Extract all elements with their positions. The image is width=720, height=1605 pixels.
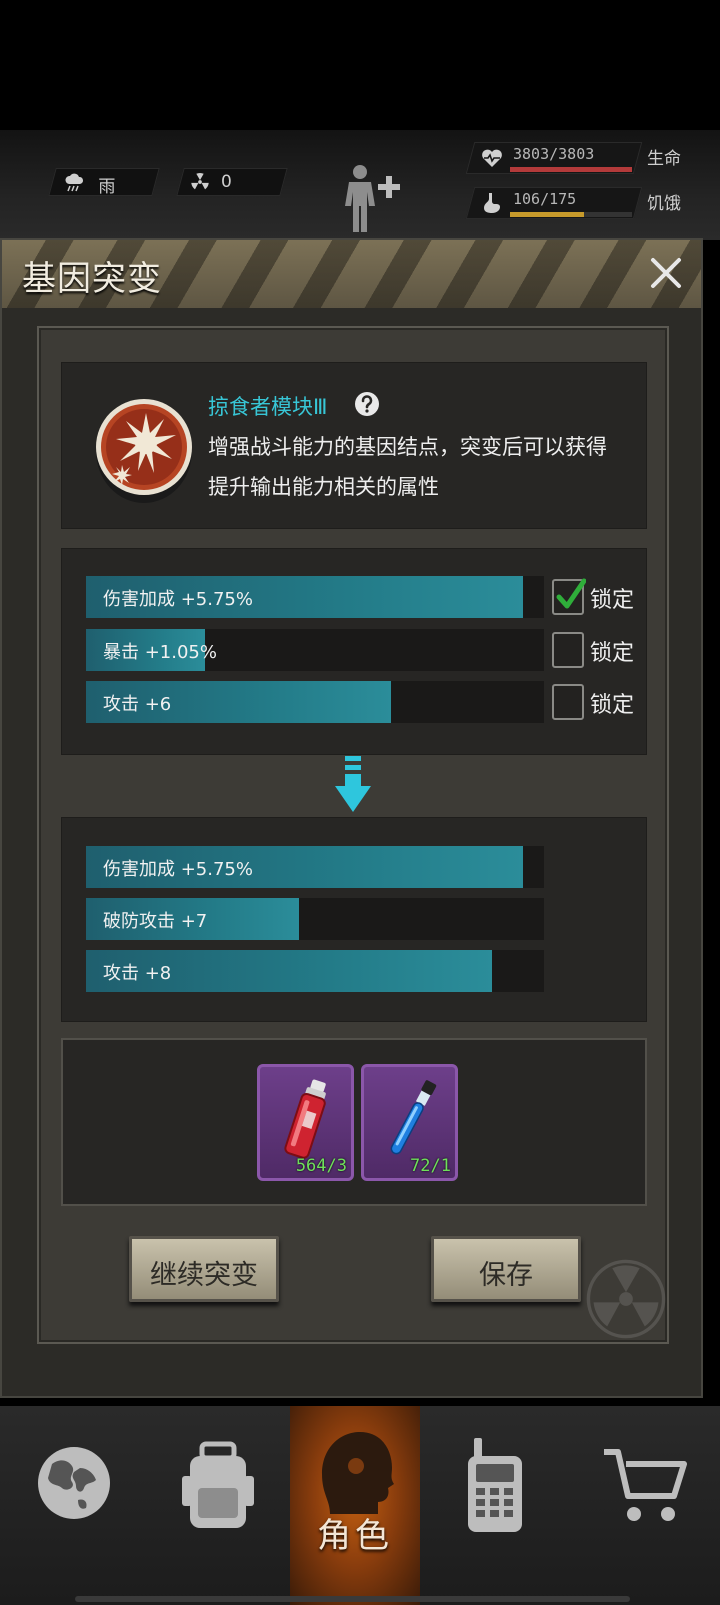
weather-text: 雨 [98,177,116,197]
attribute-text: 攻击 +6 [103,694,172,715]
mutation-panel: 掠食者模块Ⅲ 增强战斗能力的基因结点，突变后可以获得 提升输出能力相关的属性 伤… [37,326,669,1344]
attribute-text: 破防攻击 +7 [103,911,208,932]
lock-checkbox[interactable] [552,684,584,720]
radiation-icon [191,172,209,190]
life-value: 3803/3803 [513,145,595,163]
current-attributes: 伤害加成 +5.75% 锁定 暴击 +1.05% 锁定 攻击 +6 锁定 [61,548,647,755]
add-survivor-icon[interactable] [340,160,406,236]
arrow-down-icon [335,756,371,812]
lock-label: 锁定 [590,641,635,666]
attribute-row: 伤害加成 +5.75% [86,576,544,618]
nav-shop-tab[interactable] [570,1406,720,1605]
lock-label: 锁定 [590,588,635,613]
save-label: 保存 [479,1260,533,1291]
hunger-label: 饥饿 [647,194,681,214]
material-count: 564/3 [295,1156,347,1176]
life-stat: 3803/3803 生命 [465,142,690,176]
gene-name: 掠食者模块Ⅲ [208,395,328,419]
attribute-text: 伤害加成 +5.75% [103,859,253,880]
continue-mutation-label: 继续突变 [150,1260,258,1291]
life-label: 生命 [647,149,681,169]
material-slot-red-vial[interactable]: 564/3 [257,1064,354,1181]
new-attributes: 伤害加成 +5.75% 破防攻击 +7 攻击 +8 [61,817,647,1022]
attribute-row: 暴击 +1.05% [86,629,544,671]
walkie-talkie-icon [468,1438,522,1532]
weather-indicator: 雨 [48,168,160,197]
heartbeat-icon [482,149,502,167]
attribute-row: 伤害加成 +5.75% [86,846,544,888]
attribute-row: 攻击 +8 [86,950,544,992]
gene-description-line-1: 增强战斗能力的基因结点，突变后可以获得 [208,435,607,459]
hunger-stat: 106/175 饥饿 [465,187,690,221]
globe-icon [38,1447,110,1519]
hunger-bar [510,212,584,217]
gene-description-line-2: 提升输出能力相关的属性 [208,475,439,499]
home-indicator [75,1596,630,1602]
character-head-icon [322,1432,394,1514]
continue-mutation-button[interactable]: 继续突变 [129,1236,279,1302]
attribute-text: 暴击 +1.05% [103,642,217,663]
attribute-text: 伤害加成 +5.75% [103,589,253,610]
radiation-value: 0 [221,172,232,192]
materials-panel: 564/3 72/1 [61,1038,647,1206]
dialog-title: 基因突变 [22,259,162,299]
gene-mutation-dialog: 基因突变 掠食者模块Ⅲ 增强战斗能力的基因结点，突变后可以获得 提升输出能力相关… [0,238,703,1398]
close-icon[interactable] [643,250,689,296]
lock-label: 锁定 [590,693,635,718]
stomach-icon [484,193,500,213]
checkmark-icon [556,578,586,609]
radiation-watermark-icon [586,1259,666,1339]
nav-backpack-tab[interactable] [148,1406,288,1605]
top-hud: 雨 0 3803/3803 生命 106/175 饥饿 [0,130,720,240]
rain-cloud-icon [65,173,84,192]
attribute-row: 破防攻击 +7 [86,898,544,940]
save-button[interactable]: 保存 [431,1236,581,1302]
dialog-header: 基因突变 [2,240,701,308]
backpack-icon [182,1441,254,1528]
life-bar [510,167,632,172]
radiation-indicator: 0 [176,168,288,196]
gene-info-card: 掠食者模块Ⅲ 增强战斗能力的基因结点，突变后可以获得 提升输出能力相关的属性 [61,362,647,529]
lock-checkbox[interactable] [552,632,584,668]
nav-character-label: 角色 [317,1516,393,1556]
material-count: 72/1 [410,1156,451,1176]
attribute-row: 攻击 +6 [86,681,544,723]
hunger-value: 106/175 [513,190,577,208]
help-icon[interactable] [354,391,380,417]
attribute-text: 攻击 +8 [103,963,172,984]
nav-radio-tab[interactable] [420,1406,570,1605]
material-slot-blue-tube[interactable]: 72/1 [361,1064,458,1181]
bottom-navigation: 角色 [0,1406,720,1605]
nav-map-tab[interactable] [0,1406,148,1605]
nav-character-tab[interactable]: 角色 [290,1406,420,1605]
lock-checkbox[interactable] [552,578,586,615]
shopping-cart-icon [604,1449,687,1521]
predator-module-icon [96,399,192,503]
